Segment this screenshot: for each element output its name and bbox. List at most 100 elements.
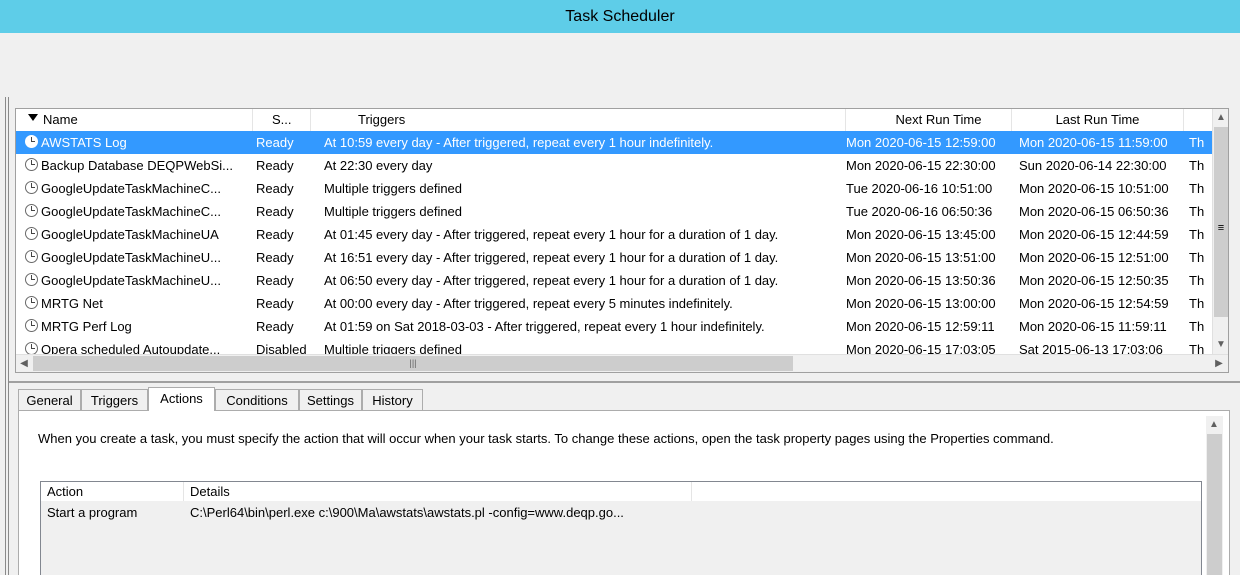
action-type: Start a program xyxy=(47,505,138,520)
tab-triggers[interactable]: Triggers xyxy=(81,389,148,410)
task-last-run: Mon 2020-06-15 06:50:36 xyxy=(1019,204,1169,219)
actions-list[interactable]: Action Details Start a program C:\Perl64… xyxy=(40,481,1202,575)
task-triggers: At 06:50 every day - After triggered, re… xyxy=(324,273,779,288)
task-rows: AWSTATS Log Ready At 10:59 every day - A… xyxy=(16,131,1212,361)
task-triggers: Multiple triggers defined xyxy=(324,181,463,196)
task-overflow-cell: Th xyxy=(1189,227,1205,242)
task-last-run: Mon 2020-06-15 12:51:00 xyxy=(1019,250,1169,265)
actions-tab-panel: When you create a task, you must specify… xyxy=(18,410,1230,575)
scroll-grip-icon: ≡ xyxy=(1217,222,1225,234)
task-overflow-cell: Th xyxy=(1189,158,1205,173)
sort-arrow-icon xyxy=(28,114,38,121)
task-status: Ready xyxy=(256,135,294,150)
column-header-details[interactable]: Details xyxy=(184,482,692,501)
column-header-name[interactable]: Name xyxy=(16,109,253,131)
task-name: GoogleUpdateTaskMachineC... xyxy=(41,204,221,219)
task-list-header: Name S... Triggers Next Run Time Last Ru… xyxy=(16,109,1212,132)
task-overflow-cell: Th xyxy=(1189,204,1205,219)
scroll-thumb[interactable] xyxy=(1207,434,1222,575)
task-status: Ready xyxy=(256,158,294,173)
task-overflow-cell: Th xyxy=(1189,135,1205,150)
clock-icon xyxy=(25,181,38,194)
task-name: GoogleUpdateTaskMachineUA xyxy=(41,227,219,242)
toolbar xyxy=(0,59,1240,97)
task-last-run: Mon 2020-06-15 12:54:59 xyxy=(1019,296,1169,311)
tab-conditions[interactable]: Conditions xyxy=(215,389,299,410)
table-row[interactable]: AWSTATS Log Ready At 10:59 every day - A… xyxy=(16,131,1212,154)
task-next-run: Mon 2020-06-15 13:00:00 xyxy=(846,296,996,311)
task-overflow-cell: Th xyxy=(1189,319,1205,334)
task-triggers: At 01:59 on Sat 2018-03-03 - After trigg… xyxy=(324,319,765,334)
task-overflow-cell: Th xyxy=(1189,273,1205,288)
task-last-run: Mon 2020-06-15 10:51:00 xyxy=(1019,181,1169,196)
task-overflow-cell: Th xyxy=(1189,250,1205,265)
task-next-run: Mon 2020-06-15 22:30:00 xyxy=(846,158,996,173)
task-triggers: At 22:30 every day xyxy=(324,158,433,173)
column-header-status[interactable]: S... xyxy=(253,109,311,131)
task-last-run: Mon 2020-06-15 12:44:59 xyxy=(1019,227,1169,242)
scroll-right-arrow-icon[interactable]: ▶ xyxy=(1211,355,1227,372)
table-row[interactable]: MRTG Perf Log Ready At 01:59 on Sat 2018… xyxy=(16,315,1212,338)
scroll-thumb[interactable]: ||| xyxy=(33,356,793,371)
menu-bar xyxy=(0,33,1240,59)
task-status: Ready xyxy=(256,250,294,265)
table-row[interactable]: GoogleUpdateTaskMachineC... Ready Multip… xyxy=(16,200,1212,223)
task-last-run: Mon 2020-06-15 11:59:11 xyxy=(1019,319,1167,334)
task-list-vertical-scrollbar[interactable]: ▲ ≡ ▼ xyxy=(1212,109,1228,354)
table-row[interactable]: GoogleUpdateTaskMachineU... Ready At 06:… xyxy=(16,269,1212,292)
tab-general[interactable]: General xyxy=(18,389,81,410)
task-last-run: Sun 2020-06-14 22:30:00 xyxy=(1019,158,1167,173)
task-last-run: Mon 2020-06-15 11:59:00 xyxy=(1019,135,1168,150)
column-header-overflow[interactable] xyxy=(1184,109,1212,131)
task-triggers: At 01:45 every day - After triggered, re… xyxy=(324,227,779,242)
task-next-run: Mon 2020-06-15 13:51:00 xyxy=(846,250,996,265)
pane-splitter[interactable] xyxy=(9,381,1240,383)
actions-list-header: Action Details xyxy=(41,482,1201,501)
clock-icon xyxy=(25,296,38,309)
scroll-up-arrow-icon[interactable]: ▲ xyxy=(1213,109,1228,126)
task-next-run: Mon 2020-06-15 13:45:00 xyxy=(846,227,996,242)
column-header-triggers[interactable]: Triggers xyxy=(311,109,846,131)
task-next-run: Tue 2020-06-16 10:51:00 xyxy=(846,181,993,196)
pane-border xyxy=(5,97,6,575)
scroll-up-arrow-icon[interactable]: ▲ xyxy=(1206,416,1222,433)
table-row[interactable]: GoogleUpdateTaskMachineC... Ready Multip… xyxy=(16,177,1212,200)
task-status: Ready xyxy=(256,227,294,242)
task-next-run: Mon 2020-06-15 13:50:36 xyxy=(846,273,996,288)
clock-icon xyxy=(25,158,38,171)
task-name: GoogleUpdateTaskMachineU... xyxy=(41,273,221,288)
table-row[interactable]: GoogleUpdateTaskMachineU... Ready At 16:… xyxy=(16,246,1212,269)
scroll-left-arrow-icon[interactable]: ◀ xyxy=(16,355,32,372)
task-name: GoogleUpdateTaskMachineU... xyxy=(41,250,221,265)
task-status: Ready xyxy=(256,181,294,196)
column-header-last-run-time[interactable]: Last Run Time xyxy=(1012,109,1184,131)
scroll-down-arrow-icon[interactable]: ▼ xyxy=(1213,336,1228,353)
clock-icon xyxy=(25,273,38,286)
task-triggers: At 00:00 every day - After triggered, re… xyxy=(324,296,733,311)
tab-settings[interactable]: Settings xyxy=(299,389,362,410)
column-header-action[interactable]: Action xyxy=(41,482,184,501)
action-details: C:\Perl64\bin\perl.exe c:\900\Ma\awstats… xyxy=(190,505,624,520)
task-list-horizontal-scrollbar[interactable]: ◀ ||| ▶ xyxy=(16,354,1228,372)
task-status: Ready xyxy=(256,273,294,288)
task-overflow-cell: Th xyxy=(1189,181,1205,196)
table-row[interactable]: GoogleUpdateTaskMachineUA Ready At 01:45… xyxy=(16,223,1212,246)
tab-actions[interactable]: Actions xyxy=(148,387,215,411)
column-header-next-run-time[interactable]: Next Run Time xyxy=(846,109,1012,131)
task-name: MRTG Net xyxy=(41,296,103,311)
clock-icon xyxy=(25,135,38,148)
scroll-grip-icon: ||| xyxy=(409,358,417,368)
pane-border xyxy=(8,97,9,575)
list-item[interactable]: Start a program C:\Perl64\bin\perl.exe c… xyxy=(41,502,1201,524)
actions-description: When you create a task, you must specify… xyxy=(38,431,1054,446)
task-list[interactable]: Name S... Triggers Next Run Time Last Ru… xyxy=(15,108,1229,373)
task-triggers: At 10:59 every day - After triggered, re… xyxy=(324,135,714,150)
tab-history[interactable]: History xyxy=(362,389,423,410)
task-next-run: Mon 2020-06-15 12:59:11 xyxy=(846,319,995,334)
task-triggers: Multiple triggers defined xyxy=(324,204,463,219)
panel-vertical-scrollbar[interactable]: ▲ xyxy=(1206,416,1223,575)
table-row[interactable]: MRTG Net Ready At 00:00 every day - Afte… xyxy=(16,292,1212,315)
table-row[interactable]: Backup Database DEQPWebSi... Ready At 22… xyxy=(16,154,1212,177)
scroll-thumb[interactable]: ≡ xyxy=(1214,127,1228,317)
task-name: MRTG Perf Log xyxy=(41,319,132,334)
